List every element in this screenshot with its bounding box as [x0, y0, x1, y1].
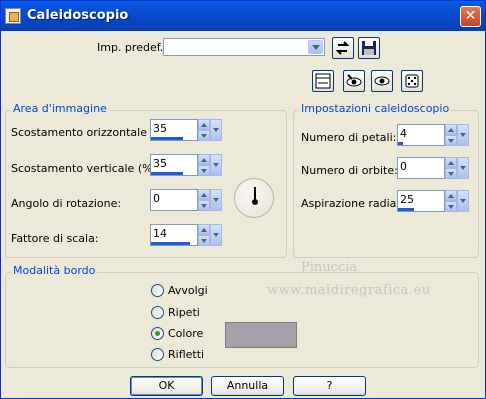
radio-label: Colore — [168, 327, 204, 340]
close-icon: ✕ — [464, 8, 477, 24]
app-icon — [5, 8, 21, 24]
petals-spinner[interactable]: 4 — [397, 124, 469, 146]
rotation-dial[interactable] — [234, 178, 274, 218]
chevron-down-icon[interactable] — [198, 235, 210, 246]
orbits-updown[interactable] — [445, 157, 457, 179]
chevron-up-icon[interactable] — [445, 190, 457, 201]
radio-circle[interactable] — [151, 306, 164, 319]
dialog-window: Caleidoscopio ✕ Imp. predef.: Area d'imm… — [0, 0, 486, 399]
vertical-offset-label: Scostamento verticale (%): — [11, 162, 161, 175]
border-color-swatch[interactable] — [225, 322, 297, 348]
ok-button[interactable]: OK — [130, 376, 203, 396]
watermark-url: www.maidiregrafica.eu — [267, 283, 431, 298]
chevron-up-icon[interactable] — [198, 154, 210, 165]
preset-dropdown[interactable] — [163, 38, 325, 56]
eye-preview-icon — [374, 76, 390, 86]
petals-value: 4 — [400, 127, 407, 140]
orbits-value: 0 — [400, 160, 407, 173]
horizontal-offset-updown[interactable] — [198, 119, 210, 141]
horizontal-offset-value: 35 — [153, 122, 167, 135]
chevron-down-icon[interactable] — [308, 40, 323, 54]
radio-label: Rifletti — [168, 348, 205, 361]
rotation-angle-spinner[interactable]: 0 — [150, 189, 222, 211]
horizontal-offset-slider[interactable] — [151, 137, 183, 140]
radio-dot — [155, 331, 160, 336]
rotation-angle-dropdown[interactable] — [210, 189, 222, 211]
rotation-angle-label: Angolo di rotazione: — [11, 197, 122, 210]
vertical-offset-value: 35 — [153, 157, 167, 170]
border-mode-title: Modalità bordo — [11, 264, 98, 277]
chevron-down-icon[interactable] — [445, 168, 457, 179]
petals-slider[interactable] — [398, 142, 403, 145]
watermark-name: Pinuccia — [301, 260, 358, 275]
area-group-title: Area d'immagine — [11, 102, 109, 115]
chevron-up-icon[interactable] — [445, 157, 457, 168]
radio-circle[interactable] — [151, 348, 164, 361]
horizontal-offset-spinner[interactable]: 35 — [150, 119, 222, 141]
radial-suction-value: 25 — [400, 193, 414, 206]
radial-suction-label: Aspirazione radiale: — [301, 197, 410, 210]
chevron-up-icon[interactable] — [198, 119, 210, 130]
window-title: Caleidoscopio — [27, 8, 129, 23]
orbits-label: Numero di orbite: — [301, 164, 398, 177]
radial-suction-slider[interactable] — [398, 208, 414, 211]
eye-preview-button[interactable] — [371, 70, 393, 92]
save-preset-button[interactable] — [358, 37, 380, 59]
petals-dropdown[interactable] — [457, 124, 469, 146]
orbits-spinner[interactable]: 0 — [397, 157, 469, 179]
petals-field[interactable]: 4 — [397, 124, 445, 146]
radio-circle[interactable] — [151, 284, 164, 297]
vertical-offset-spinner[interactable]: 35 — [150, 154, 222, 176]
close-button[interactable]: ✕ — [460, 6, 481, 27]
scale-factor-slider[interactable] — [151, 242, 190, 245]
chevron-down-icon[interactable] — [198, 165, 210, 176]
chevron-down-icon[interactable] — [445, 201, 457, 212]
petals-label: Numero di petali: — [301, 131, 397, 144]
rotation-angle-field[interactable]: 0 — [150, 189, 198, 211]
title-bar[interactable]: Caleidoscopio ✕ — [1, 1, 485, 31]
vertical-offset-dropdown[interactable] — [210, 154, 222, 176]
radio-label: Avvolgi — [168, 284, 208, 297]
radial-suction-dropdown[interactable] — [457, 190, 469, 212]
vertical-offset-updown[interactable] — [198, 154, 210, 176]
preset-label: Imp. predef.: — [97, 41, 167, 54]
cancel-button[interactable]: Annulla — [211, 376, 284, 396]
dial-center — [252, 199, 258, 205]
proof-icon — [315, 73, 331, 89]
reset-preset-icon — [335, 41, 350, 55]
rotation-angle-updown[interactable] — [198, 189, 210, 211]
eye-toggle-icon — [346, 74, 362, 87]
orbits-field[interactable]: 0 — [397, 157, 445, 179]
help-button[interactable]: ? — [293, 376, 366, 396]
petals-updown[interactable] — [445, 124, 457, 146]
horizontal-offset-dropdown[interactable] — [210, 119, 222, 141]
scale-factor-dropdown[interactable] — [210, 224, 222, 246]
orbits-dropdown[interactable] — [457, 157, 469, 179]
randomize-dice-icon — [405, 74, 419, 88]
randomize-button[interactable] — [401, 70, 423, 92]
scale-factor-value: 14 — [153, 227, 167, 240]
radial-suction-updown[interactable] — [445, 190, 457, 212]
vertical-offset-slider[interactable] — [151, 172, 183, 175]
settings-group-title: Impostazioni caleidoscopio — [299, 102, 452, 115]
chevron-up-icon[interactable] — [445, 124, 457, 135]
chevron-down-icon[interactable] — [198, 130, 210, 141]
chevron-down-icon[interactable] — [445, 135, 457, 146]
reset-preset-button[interactable] — [332, 37, 354, 59]
eye-toggle-button[interactable] — [343, 70, 365, 92]
chevron-up-icon[interactable] — [198, 189, 210, 200]
chevron-down-icon[interactable] — [198, 200, 210, 211]
rotation-angle-value: 0 — [153, 192, 160, 205]
chevron-up-icon[interactable] — [198, 224, 210, 235]
save-preset-icon — [362, 41, 376, 55]
radio-circle[interactable] — [151, 327, 164, 340]
horizontal-offset-label: Scostamento orizzontale (%): — [11, 126, 174, 139]
scale-factor-updown[interactable] — [198, 224, 210, 246]
scale-factor-label: Fattore di scala: — [11, 232, 99, 245]
radio-label: Ripeti — [168, 306, 200, 319]
radial-suction-spinner[interactable]: 25 — [397, 190, 469, 212]
proof-button[interactable] — [312, 70, 334, 92]
scale-factor-spinner[interactable]: 14 — [150, 224, 222, 246]
